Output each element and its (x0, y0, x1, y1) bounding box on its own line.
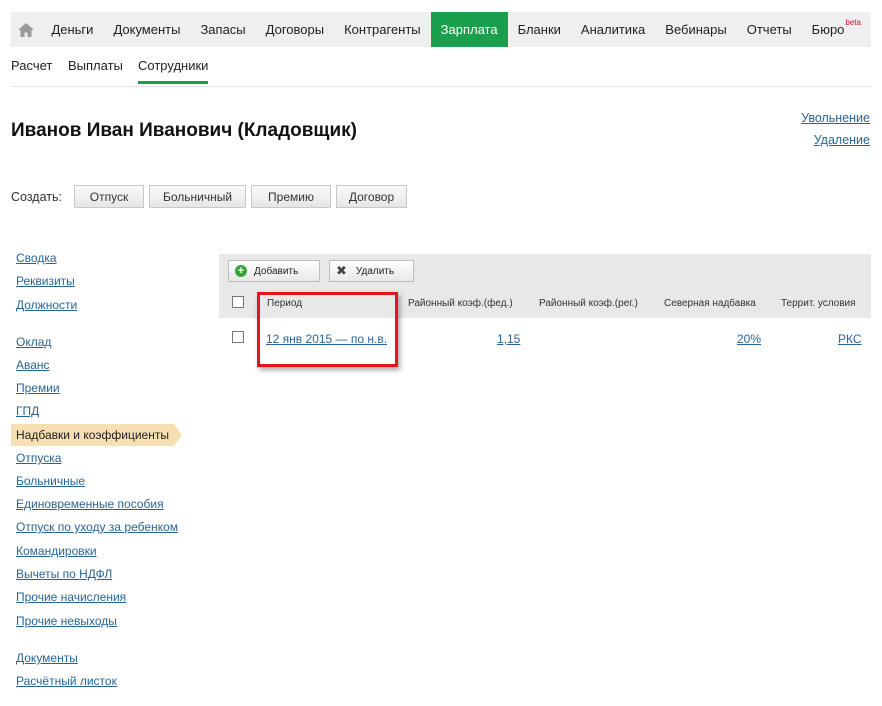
nav-item-webinars[interactable]: Вебинары (655, 12, 736, 47)
select-all-checkbox[interactable] (232, 296, 244, 308)
subnav-item-employees[interactable]: Сотрудники (138, 58, 209, 84)
beta-badge: beta (845, 18, 861, 27)
sidebar-item-gpd[interactable]: ГПД (16, 404, 39, 418)
sidebar-item-requisites[interactable]: Реквизиты (16, 274, 75, 288)
sidebar-item-childcare-leave[interactable]: Отпуск по уходу за ребенком (16, 520, 178, 534)
nav-item-contracts[interactable]: Договоры (256, 12, 334, 47)
nav-item-forms[interactable]: Бланки (508, 12, 571, 47)
subnav-item-calc[interactable]: Расчет (11, 58, 52, 73)
home-icon[interactable] (11, 12, 41, 47)
nav-item-bureau[interactable]: Бюро beta (802, 12, 871, 47)
sidebar-item-positions[interactable]: Должности (16, 298, 77, 312)
subnav-item-payments[interactable]: Выплаты (68, 58, 123, 73)
sidebar-item-other-accruals[interactable]: Прочие начисления (16, 590, 126, 604)
nav-item-analytics[interactable]: Аналитика (571, 12, 655, 47)
sidebar-item-payslip[interactable]: Расчётный листок (16, 674, 117, 688)
nav-item-contractors[interactable]: Контрагенты (334, 12, 431, 47)
delete-row-button[interactable]: ✖ Удалить (329, 260, 414, 282)
sidebar-item-summary[interactable]: Сводка (16, 251, 57, 265)
row-checkbox[interactable] (232, 331, 244, 343)
sidebar-item-ndfl-deductions[interactable]: Вычеты по НДФЛ (16, 567, 112, 581)
nav-item-documents[interactable]: Документы (103, 12, 190, 47)
page-title: Иванов Иван Иванович (Кладовщик) (11, 120, 357, 141)
sidebar-item-other-absences[interactable]: Прочие невыходы (16, 614, 117, 628)
add-row-label: Добавить (254, 265, 299, 277)
sidebar-item-allowances[interactable]: Надбавки и коэффициенты (11, 424, 182, 446)
row-territory-value[interactable]: РКС (838, 332, 862, 346)
create-vacation-button[interactable]: Отпуск (74, 185, 144, 208)
delete-link[interactable]: Удаление (814, 133, 870, 147)
create-bonus-button[interactable]: Премию (251, 185, 331, 208)
row-north-bonus-value[interactable]: 20% (737, 332, 761, 346)
column-header-north-bonus[interactable]: Северная надбавка (664, 298, 756, 309)
add-icon: + (235, 265, 247, 277)
create-sick-leave-button[interactable]: Больничный (149, 185, 246, 208)
sidebar-item-one-time-benefits[interactable]: Единовременные пособия (16, 497, 164, 511)
nav-item-salary[interactable]: Зарплата (430, 12, 508, 47)
column-header-regional-fed[interactable]: Районный коэф.(фед.) (408, 298, 513, 309)
column-header-regional-reg[interactable]: Районный коэф.(рег.) (539, 298, 638, 309)
dismiss-link[interactable]: Увольнение (801, 111, 870, 125)
row-regional-fed-value[interactable]: 1,15 (497, 332, 520, 346)
add-row-button[interactable]: + Добавить (228, 260, 320, 282)
sidebar-item-sick-leaves[interactable]: Больничные (16, 474, 85, 488)
nav-item-bureau-label: Бюро (811, 22, 845, 37)
sidebar-item-vacations[interactable]: Отпуска (16, 451, 61, 465)
highlight-box (257, 292, 398, 367)
create-label: Создать: (11, 190, 62, 204)
column-header-territory[interactable]: Террит. условия (781, 298, 856, 309)
sidebar-item-salary[interactable]: Оклад (16, 335, 51, 349)
create-contract-button[interactable]: Договор (336, 185, 407, 208)
delete-row-label: Удалить (355, 265, 395, 277)
delete-icon: ✖ (336, 263, 347, 278)
main-nav: Деньги Документы Запасы Договоры Контраг… (11, 12, 871, 47)
nav-item-reports[interactable]: Отчеты (737, 12, 802, 47)
nav-item-stock[interactable]: Запасы (190, 12, 255, 47)
sidebar-item-documents[interactable]: Документы (16, 651, 78, 665)
sub-nav: Расчет Выплаты Сотрудники (11, 48, 871, 87)
sidebar-item-bonuses[interactable]: Премии (16, 381, 60, 395)
sidebar-item-business-trips[interactable]: Командировки (16, 544, 97, 558)
nav-item-money[interactable]: Деньги (41, 12, 103, 47)
sidebar-item-advance[interactable]: Аванс (16, 358, 50, 372)
